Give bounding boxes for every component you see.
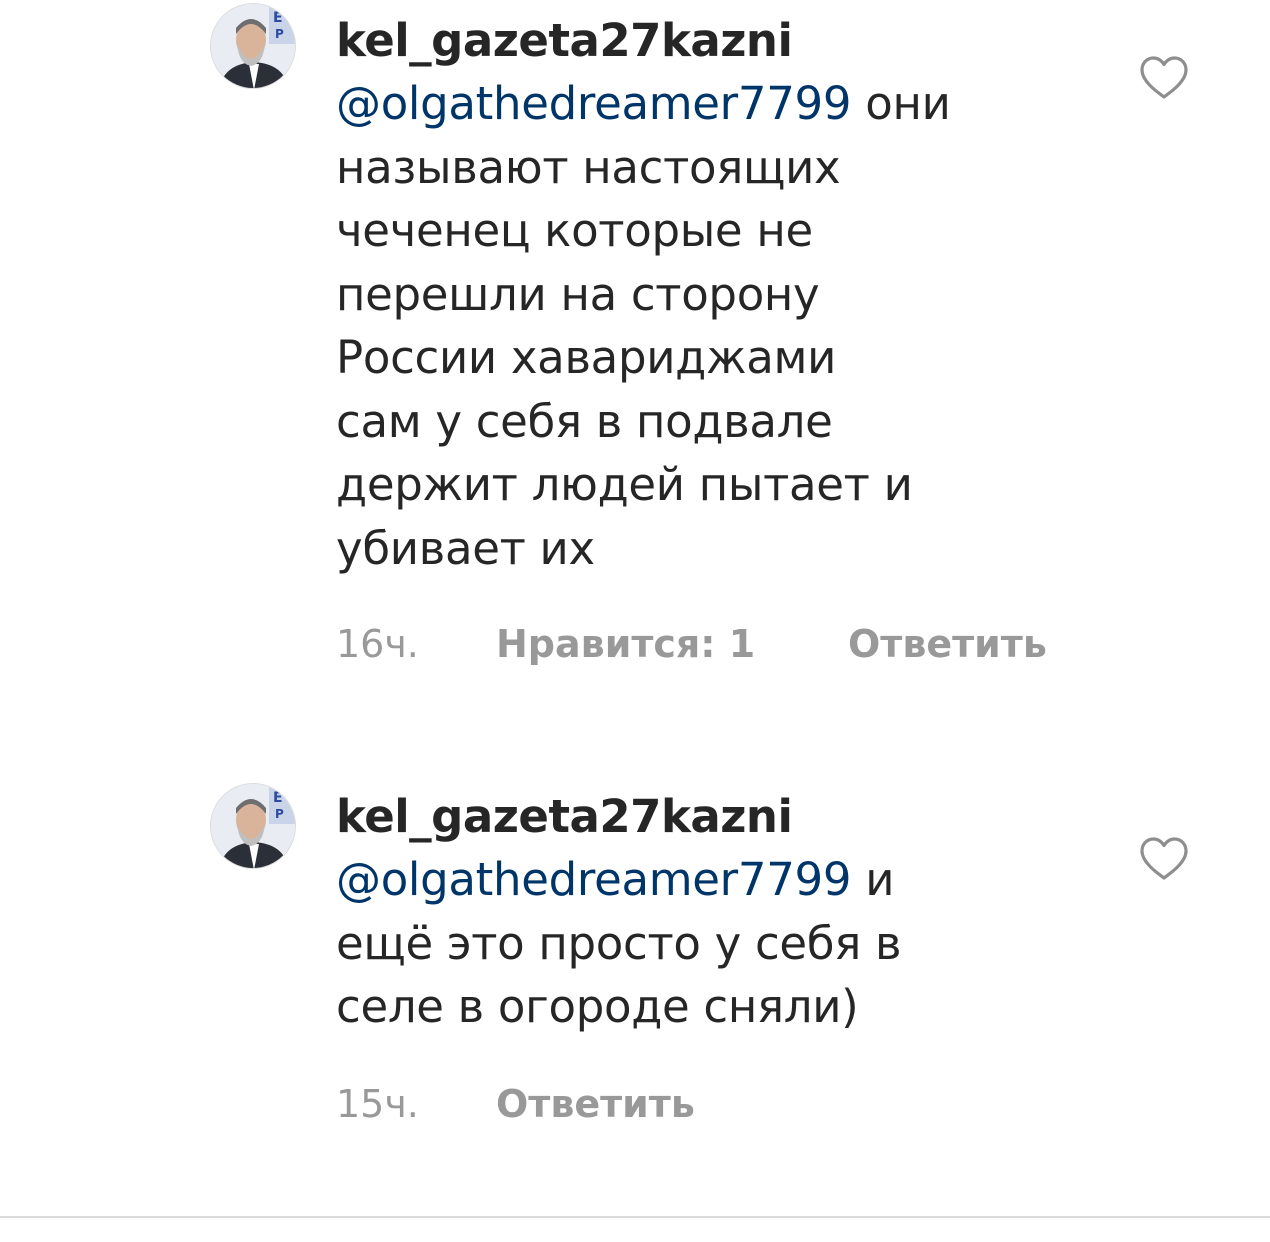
comment-username[interactable]: kel_gazeta27kazni xyxy=(336,786,1056,848)
comment-text-line: чеченец которые не xyxy=(336,204,813,257)
comment-text-segment: они xyxy=(851,77,951,130)
avatar-image: Е Р xyxy=(211,4,295,88)
comment-likes-count[interactable]: Нравится: 1 xyxy=(496,620,755,668)
avatar[interactable]: Е Р xyxy=(210,3,296,89)
svg-text:Е: Е xyxy=(273,10,283,26)
comment-mention[interactable]: @olgathedreamer7799 xyxy=(336,77,852,130)
avatar-image: Е Р xyxy=(211,784,295,868)
comment-text-line: держит людей пытает и xyxy=(336,458,913,511)
comment-mention[interactable]: @olgathedreamer7799 xyxy=(336,853,852,906)
comment-timestamp: 16ч. xyxy=(336,622,419,666)
comment-text-line: ещё это просто у себя в xyxy=(336,916,902,970)
heart-outline-icon[interactable] xyxy=(1138,836,1190,882)
comment-text-line: сам у себя в подвале xyxy=(336,394,833,448)
comment-text-segment: и xyxy=(851,853,895,906)
comment-item: Е Р kel_gazeta27kazni @olgathedreamer779… xyxy=(0,0,1270,700)
svg-text:Е: Е xyxy=(273,790,283,806)
svg-text:Р: Р xyxy=(275,27,284,41)
comment-text: @olgathedreamer7799 и ещё это просто у с… xyxy=(336,848,1056,1039)
comment-text-line: России хавариджами xyxy=(336,331,837,384)
comment-text-line: селе в огороде сняли) xyxy=(336,980,859,1033)
heart-outline-icon[interactable] xyxy=(1138,55,1190,101)
comment-timestamp: 15ч. xyxy=(336,1082,419,1126)
comment-text-line: называют настоящих xyxy=(336,140,841,194)
comment-text-line: перешли на сторону xyxy=(336,267,820,321)
divider xyxy=(0,1216,1270,1218)
reply-button[interactable]: Ответить xyxy=(848,620,1047,668)
comment-username[interactable]: kel_gazeta27kazni xyxy=(336,10,1056,72)
svg-text:Р: Р xyxy=(275,807,284,821)
comment-text-line: убивает их xyxy=(336,521,595,575)
reply-button[interactable]: Ответить xyxy=(496,1080,695,1128)
comment-text: @olgathedreamer7799 они называют настоящ… xyxy=(336,72,1056,580)
comment-item: Е Р kel_gazeta27kazni @olgathedreamer779… xyxy=(0,780,1270,1180)
avatar[interactable]: Е Р xyxy=(210,783,296,869)
